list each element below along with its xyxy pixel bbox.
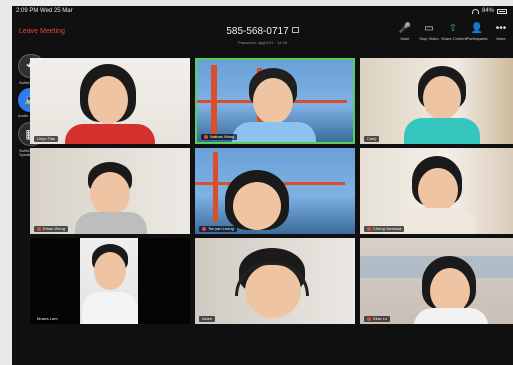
meeting-toolbar: Leave Meeting 585-568-0717 Password: upg… (12, 16, 513, 50)
battery-icon (497, 8, 507, 14)
participants-button[interactable]: 👤 Participants (465, 22, 489, 41)
more-icon: ••• (495, 23, 507, 34)
participant-name: Nathan Wong (201, 134, 238, 140)
video-tile[interactable]: Moses Lam (30, 238, 190, 324)
video-tile[interactable]: Carly (360, 58, 513, 144)
muted-mic-icon (367, 226, 371, 231)
stop-video-button[interactable]: ▭ Stop Video (417, 22, 441, 41)
participant-name: Tsz yan Leung (199, 226, 237, 232)
participant-video-grid: Linyu Tian Nathan Wong Carly Ethan Wong (30, 58, 513, 324)
participant-name: Aiden (199, 316, 216, 322)
share-content-button[interactable]: ⇧ Share Content (441, 22, 467, 41)
meeting-controls: 🎤 Mute ▭ Stop Video ⇧ Share Content 👤 Pa… (393, 22, 513, 41)
video-icon: ▭ (424, 23, 434, 34)
muted-mic-icon (204, 134, 208, 139)
mute-button[interactable]: 🎤 Mute (393, 22, 417, 41)
video-tile[interactable]: Aiden (195, 238, 355, 324)
participant-name: Elise Lo (364, 316, 391, 322)
zoom-meeting-window: 2:09 PM Wed 25 Mar 84% Leave Meeting 585… (12, 6, 513, 365)
lock-icon (291, 27, 299, 33)
participant-name: Carly (364, 136, 380, 142)
muted-mic-icon (37, 226, 41, 231)
video-tile[interactable]: Tsz yan Leung (195, 148, 355, 234)
participant-name: Cheng Vanessa (364, 226, 405, 232)
share-icon: ⇧ (448, 23, 458, 34)
muted-mic-icon (367, 316, 371, 321)
wifi-icon (471, 8, 479, 14)
status-right: 84% (471, 6, 507, 16)
participant-name: Ethan Wong (34, 226, 68, 232)
people-icon: 👤 (470, 23, 484, 34)
video-tile-active-speaker[interactable]: Nathan Wong (195, 58, 355, 144)
muted-mic-icon (202, 226, 206, 231)
video-tile[interactable]: Elise Lo (360, 238, 513, 324)
status-time: 2:09 PM Wed 25 Mar (16, 8, 73, 14)
mic-icon: 🎤 (398, 23, 412, 34)
video-tile[interactable]: Ethan Wong (30, 148, 190, 234)
video-tile[interactable]: Cheng Vanessa (360, 148, 513, 234)
participant-name: Moses Lam (34, 316, 61, 322)
participant-name: Linyu Tian (34, 136, 59, 142)
video-tile[interactable]: Linyu Tian (30, 58, 190, 144)
more-button[interactable]: ••• More (489, 22, 513, 41)
ios-status-bar: 2:09 PM Wed 25 Mar 84% (12, 6, 513, 16)
battery-percent: 84% (481, 8, 494, 14)
